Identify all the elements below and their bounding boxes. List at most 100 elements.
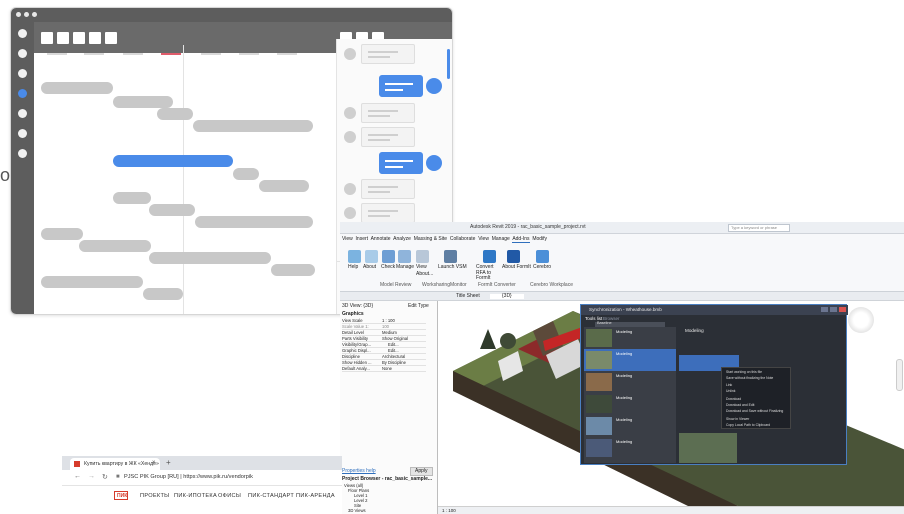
nav-link-mortgage[interactable]: ПИК-ИПОТЕКА (174, 493, 217, 499)
menu-item[interactable]: Save without finalizing the Note (726, 376, 773, 380)
ribbon-tab[interactable]: Insert (356, 236, 369, 242)
view-cube-icon[interactable] (848, 307, 874, 333)
properties-help-link[interactable]: Properties help (342, 469, 376, 474)
header-toolbar-block[interactable] (57, 32, 69, 44)
gantt-bar[interactable] (113, 192, 151, 204)
list-item[interactable]: Modeling (584, 327, 676, 349)
gantt-bar[interactable] (195, 216, 313, 228)
window-close-dot[interactable] (16, 12, 21, 17)
chat-scrollbar[interactable] (447, 49, 450, 79)
maximize-icon[interactable] (830, 307, 837, 312)
sidebar-nav-dot[interactable] (18, 109, 27, 118)
view-tab-active[interactable]: {3D} (490, 294, 524, 299)
sidebar-nav-dot[interactable] (18, 29, 27, 38)
gantt-bar[interactable] (259, 180, 309, 192)
chat-message-incoming[interactable] (361, 127, 415, 147)
gantt-bar[interactable] (41, 228, 83, 240)
revit-search-input[interactable]: Type a keyword or phrase (728, 224, 790, 232)
menu-item[interactable]: Download (726, 397, 741, 401)
url-field[interactable]: PJSC PIK Group [RU] | https://www.pik.ru… (124, 474, 253, 480)
ribbon-tab[interactable]: Manage (492, 236, 510, 242)
back-icon[interactable]: ← (74, 473, 81, 480)
list-item-selected[interactable]: Modeling (584, 349, 676, 371)
launch-icon[interactable] (444, 250, 457, 263)
new-tab-icon[interactable]: + (166, 458, 171, 467)
check-icon[interactable] (382, 250, 395, 263)
gantt-bar[interactable] (157, 108, 193, 120)
about2-button-label[interactable]: About... (416, 272, 433, 277)
reload-icon[interactable]: ↻ (102, 473, 108, 481)
menu-item[interactable]: Download and Edit (726, 403, 754, 407)
sidebar-nav-dot-active[interactable] (18, 89, 27, 98)
chat-message-incoming[interactable] (361, 103, 415, 123)
view-tab[interactable]: Title Sheet (456, 294, 480, 299)
menu-item[interactable]: Link (726, 383, 732, 387)
cerebro-icon[interactable] (536, 250, 549, 263)
gantt-bar-selected[interactable] (113, 155, 233, 167)
header-toolbar-block[interactable] (73, 32, 85, 44)
forward-icon[interactable]: → (88, 473, 95, 480)
ribbon-tab[interactable]: Collaborate (450, 236, 476, 242)
gantt-bar[interactable] (233, 168, 259, 180)
header-toolbar-block[interactable] (89, 32, 101, 44)
about-icon[interactable] (365, 250, 378, 263)
minimize-icon[interactable] (821, 307, 828, 312)
pik-logo[interactable]: ПИК (114, 491, 128, 500)
gantt-bar[interactable] (271, 264, 315, 276)
sidebar-nav-dot[interactable] (18, 49, 27, 58)
gantt-bar[interactable] (149, 204, 195, 216)
list-item[interactable]: Modeling (584, 393, 676, 415)
menu-item[interactable]: Copy Local Path to Clipboard (726, 423, 770, 427)
view-type-selector[interactable]: 3D View: {3D} (342, 304, 373, 309)
manage-icon[interactable] (398, 250, 411, 263)
header-toolbar-block[interactable] (41, 32, 53, 44)
chat-message-incoming[interactable] (361, 44, 415, 64)
menu-item[interactable]: Download and Save without Finalizing (726, 409, 783, 413)
ribbon-tab[interactable]: Analyze (393, 236, 411, 242)
apply-button[interactable]: Apply (410, 467, 433, 476)
gantt-bar[interactable] (79, 240, 151, 252)
nav-link-standard[interactable]: ПИК-СТАНДАРТ (248, 493, 294, 499)
status-scale[interactable]: 1 : 100 (442, 508, 456, 514)
formit-icon[interactable] (507, 250, 520, 263)
chat-message-outgoing[interactable] (379, 75, 423, 97)
list-item[interactable]: Modeling (584, 371, 676, 393)
navigation-bar[interactable] (896, 359, 903, 391)
chat-message-incoming[interactable] (361, 179, 415, 199)
menu-item[interactable]: Show in Viewer (726, 417, 749, 421)
close-icon[interactable] (839, 307, 846, 312)
gantt-bar[interactable] (113, 96, 173, 108)
chat-message-incoming[interactable] (361, 203, 415, 223)
ribbon-tab[interactable]: View (342, 236, 353, 242)
window-minimize-dot[interactable] (24, 12, 29, 17)
edit-type-button[interactable]: Edit Type (408, 304, 429, 309)
menu-item[interactable]: Unlink (726, 389, 735, 393)
sidebar-nav-dot[interactable] (18, 69, 27, 78)
nav-link-projects[interactable]: ПРОЕКТЫ (140, 493, 169, 499)
chat-message-outgoing[interactable] (379, 152, 423, 174)
window-maximize-dot[interactable] (32, 12, 37, 17)
gantt-bar[interactable] (41, 82, 113, 94)
ribbon-tab[interactable]: Massing & Site (414, 236, 447, 242)
ribbon-tab-active[interactable]: Add-Ins (512, 236, 530, 243)
properties-row[interactable]: Default Analy... None (342, 366, 426, 372)
gantt-bar[interactable] (149, 252, 271, 264)
gantt-bar[interactable] (143, 288, 183, 300)
ribbon-tab[interactable]: Modify (532, 236, 547, 242)
nav-link-rent[interactable]: ПИК-АРЕНДА (296, 493, 335, 499)
sidebar-nav-dot[interactable] (18, 129, 27, 138)
nav-link-offices[interactable]: ОФИСЫ (218, 493, 241, 499)
sidebar-nav-dot[interactable] (18, 149, 27, 158)
tab-close-icon[interactable]: × (152, 460, 156, 466)
gantt-bar[interactable] (41, 276, 143, 288)
list-item[interactable]: Modeling (584, 437, 676, 459)
convert-icon[interactable] (483, 250, 496, 263)
help-icon[interactable] (348, 250, 361, 263)
ribbon-tab[interactable]: View (478, 236, 489, 242)
list-item[interactable]: Modeling (584, 415, 676, 437)
tree-item[interactable]: 3D Views (344, 508, 434, 513)
gantt-bar[interactable] (193, 120, 313, 132)
browser-tab[interactable]: Купить квартиру в ЖК «Хенде» × (70, 458, 160, 470)
header-toolbar-block[interactable] (105, 32, 117, 44)
view-icon[interactable] (416, 250, 429, 263)
